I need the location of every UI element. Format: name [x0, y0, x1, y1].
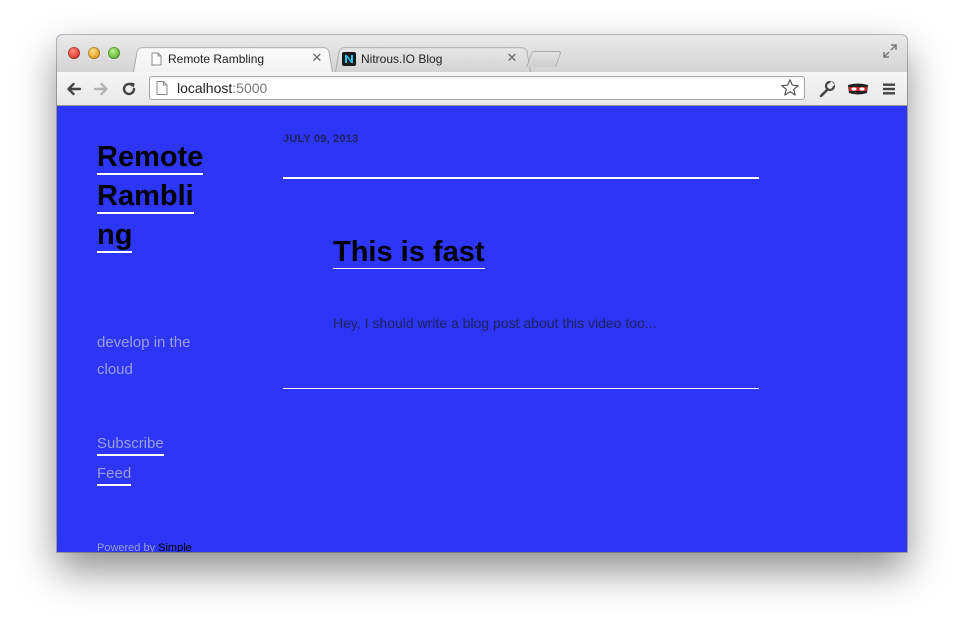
tab-close-icon[interactable]: ✕: [505, 51, 519, 65]
new-tab-button[interactable]: [526, 51, 562, 67]
simple-link[interactable]: Simple: [158, 542, 192, 552]
divider: [283, 388, 759, 389]
site-title-link[interactable]: Remote Rambling: [97, 141, 204, 253]
tab-strip: Remote Rambling ✕ Nitrous.IO Blog ✕: [57, 35, 907, 72]
nitrous-logo-icon: [342, 52, 356, 66]
post-excerpt: Hey, I should write a blog post about th…: [333, 315, 657, 331]
reload-icon: [122, 82, 136, 96]
back-icon: [67, 82, 82, 96]
tab-label: Nitrous.IO Blog: [361, 52, 443, 66]
page-viewport: Remote Rambling develop in the cloud Sub…: [57, 106, 907, 552]
forward-button[interactable]: [91, 79, 111, 99]
minimize-window-button[interactable]: [88, 47, 100, 59]
mask-extension-button[interactable]: [847, 79, 869, 99]
forward-icon: [93, 82, 108, 96]
subscribe-link[interactable]: Subscribe: [97, 435, 164, 456]
post-title-link[interactable]: This is fast: [333, 236, 485, 269]
close-window-button[interactable]: [68, 47, 80, 59]
back-button[interactable]: [64, 79, 84, 99]
star-icon[interactable]: [780, 78, 800, 98]
reload-button[interactable]: [119, 79, 139, 99]
fullscreen-icon[interactable]: [883, 44, 897, 58]
powered-by-footer: Powered by Simple: [97, 542, 192, 552]
site-title: Remote Rambling: [97, 138, 207, 255]
wrench-icon: [819, 80, 836, 98]
tab-remote-rambling-content: Remote Rambling: [149, 48, 309, 70]
menu-button[interactable]: [879, 79, 899, 99]
site-tagline: develop in the cloud: [97, 334, 191, 378]
browser-toolbar: localhost:5000: [57, 72, 907, 106]
url-port: :5000: [232, 80, 268, 96]
browser-window: Remote Rambling ✕ Nitrous.IO Blog ✕ loca…: [57, 35, 907, 552]
tab-close-icon[interactable]: ✕: [310, 51, 324, 65]
url-host: localhost: [177, 80, 233, 96]
post-title: This is fast: [333, 234, 485, 270]
post-date: JULY 09, 2013: [283, 133, 359, 145]
tab-nitrous-blog-content: Nitrous.IO Blog: [342, 48, 512, 70]
menu-icon: [883, 83, 895, 95]
zoom-window-button[interactable]: [108, 47, 120, 59]
wrench-button[interactable]: [817, 79, 837, 99]
tab-label: Remote Rambling: [168, 52, 265, 66]
divider: [283, 177, 759, 179]
page-icon: [156, 81, 168, 95]
mask-extension-icon: [848, 83, 868, 95]
url-text: localhost:5000: [177, 80, 267, 96]
powered-by-text: Powered by: [97, 542, 159, 552]
feed-link[interactable]: Feed: [97, 465, 132, 486]
address-bar[interactable]: localhost:5000: [149, 76, 805, 100]
page-icon: [151, 52, 162, 66]
